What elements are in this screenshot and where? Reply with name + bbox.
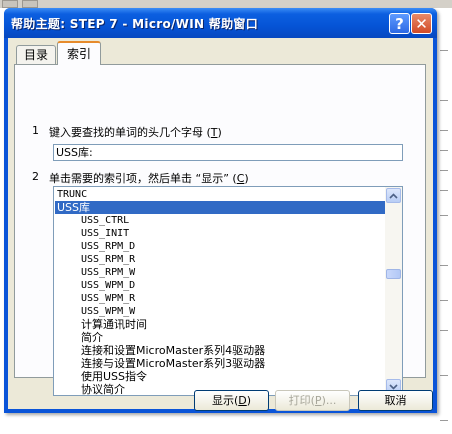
scroll-up-button[interactable]: [386, 188, 401, 203]
list-scrollbar[interactable]: [385, 187, 402, 395]
list-item[interactable]: USS_WPM_R: [55, 292, 385, 305]
step1-label: 键入要查找的单词的头几个字母 (T): [49, 126, 222, 139]
list-item[interactable]: USS_WPM_W: [55, 305, 385, 318]
tab-index[interactable]: 索引: [57, 41, 101, 65]
background-toolbar-strip: [0, 0, 452, 8]
keyword-search-input[interactable]: USS库:: [53, 144, 403, 161]
list-item[interactable]: 连接和设置MicroMaster系列4驱动器: [55, 344, 385, 357]
step2-number: 2: [32, 170, 39, 183]
print-button[interactable]: 打印(P)...: [275, 390, 350, 411]
close-button[interactable]: ✕: [411, 13, 432, 34]
list-item[interactable]: TRUNC: [55, 188, 385, 201]
background-toolbar-icon: [22, 0, 38, 8]
scroll-thumb[interactable]: [386, 269, 401, 279]
background-toolbar-icon: [2, 0, 18, 8]
list-item[interactable]: USS_RPM_D: [55, 240, 385, 253]
list-item[interactable]: 使用USS指令: [55, 370, 385, 383]
title-bar[interactable]: 帮助主题: STEP 7 - Micro/WIN 帮助窗口 ? ✕: [4, 8, 437, 38]
help-dialog-window: 帮助主题: STEP 7 - Micro/WIN 帮助窗口 ? ✕ 目录 索引 …: [4, 8, 437, 413]
list-item[interactable]: USS_CTRL: [55, 214, 385, 227]
index-listbox[interactable]: TRUNC USS库 USS_CTRL USS_INIT USS_RPM_D U…: [53, 186, 403, 396]
window-title: 帮助主题: STEP 7 - Micro/WIN 帮助窗口: [11, 17, 258, 31]
step2-label: 单击需要的索引项，然后单击 “显示” (C): [49, 172, 249, 185]
list-item[interactable]: USS_RPM_W: [55, 266, 385, 279]
list-item[interactable]: 简介: [55, 331, 385, 344]
list-item[interactable]: USS_WPM_D: [55, 279, 385, 292]
chevron-up-icon: [389, 193, 398, 199]
keyword-search-value: USS库:: [56, 146, 93, 159]
help-button[interactable]: ?: [389, 13, 410, 34]
dialog-client-area: 目录 索引 1 键入要查找的单词的头几个字母 (T) USS库: 2 单击需要的…: [8, 38, 433, 411]
list-item[interactable]: USS_INIT: [55, 227, 385, 240]
list-item-selected[interactable]: USS库: [55, 201, 385, 214]
list-item[interactable]: USS_RPM_R: [55, 253, 385, 266]
tab-contents[interactable]: 目录: [16, 45, 56, 65]
step1-number: 1: [32, 124, 39, 137]
cancel-button[interactable]: 取消: [358, 390, 433, 411]
show-button[interactable]: 显示(D): [194, 390, 269, 411]
list-item[interactable]: 连接与设置MicroMaster系列3驱动器: [55, 357, 385, 370]
background-document-area: [437, 8, 452, 434]
list-item[interactable]: 计算通讯时间: [55, 318, 385, 331]
index-tab-panel: 1 键入要查找的单词的头几个字母 (T) USS库: 2 单击需要的索引项，然后…: [14, 64, 426, 396]
